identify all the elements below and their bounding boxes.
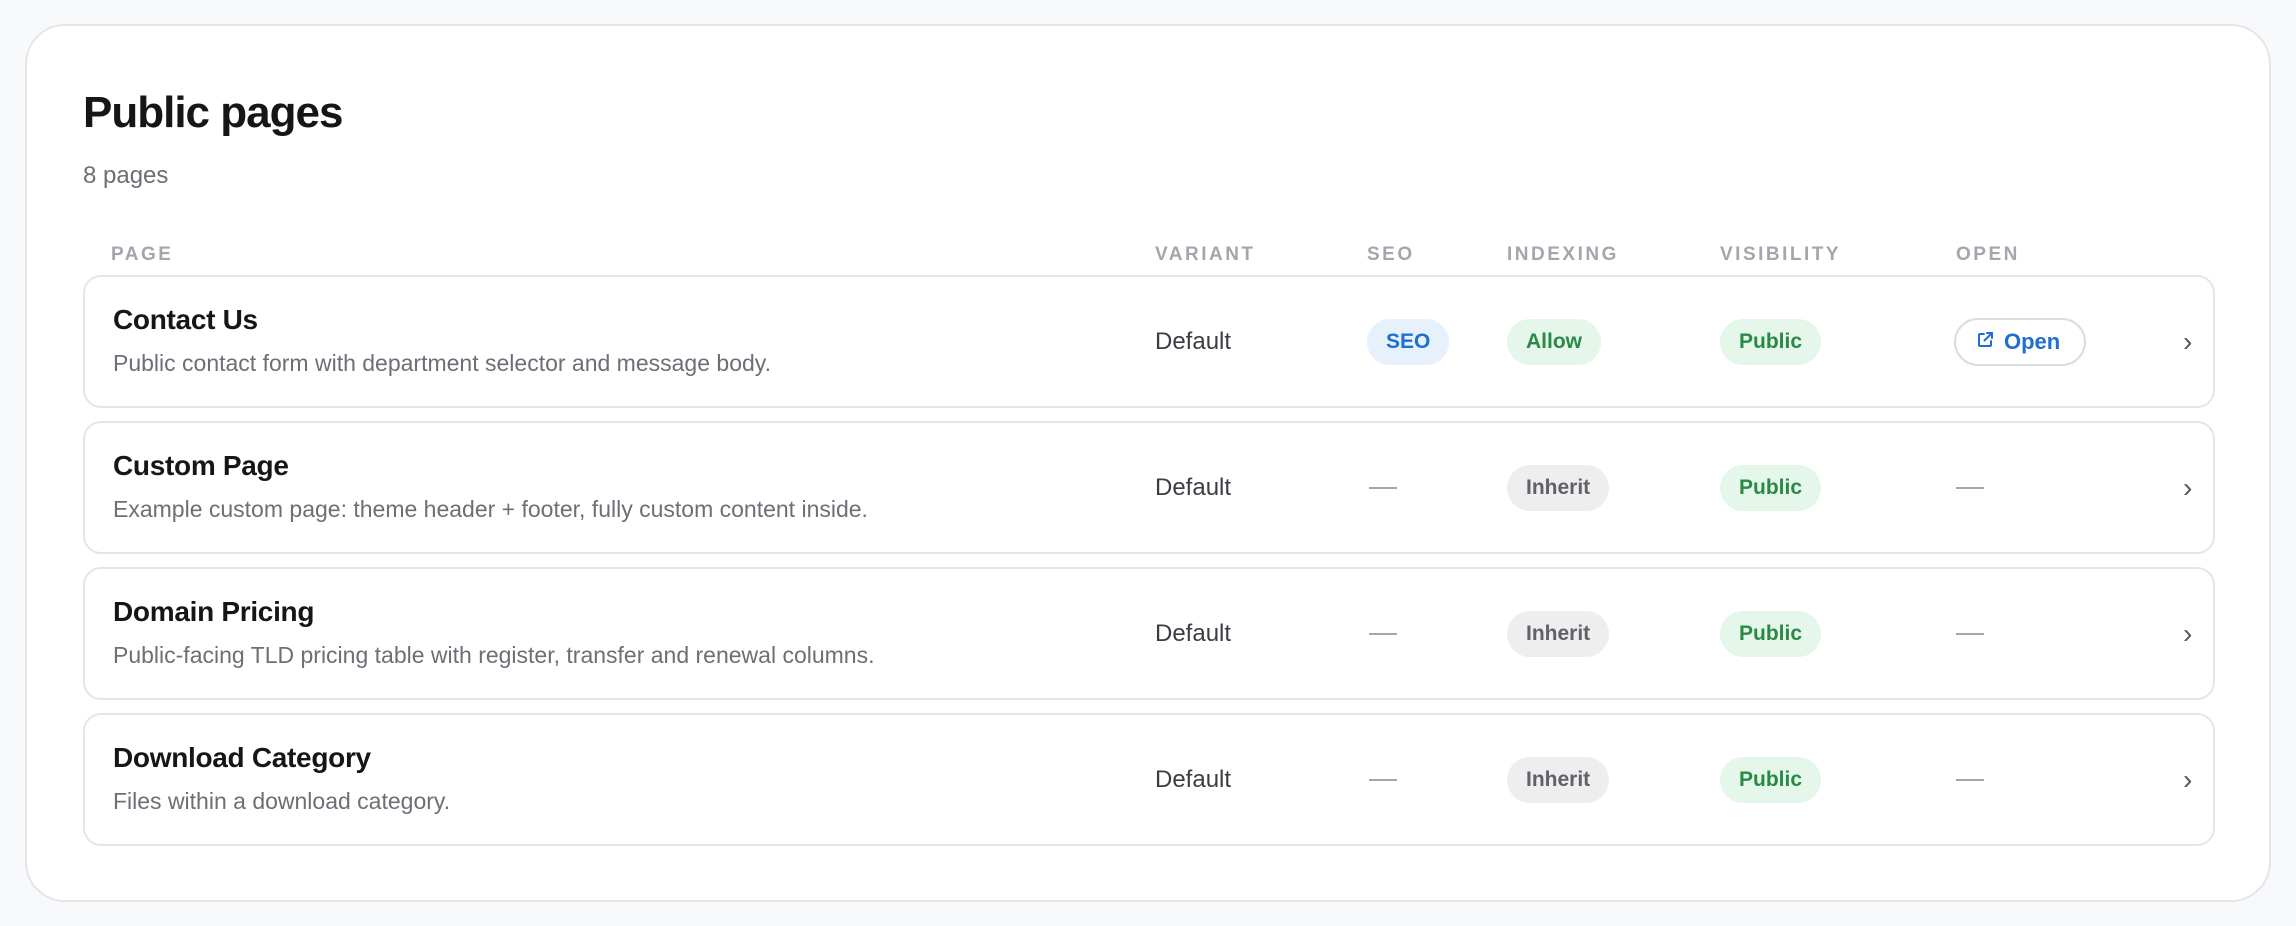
row-description: Example custom page: theme header + foot… [113,496,868,522]
variant-value: Default [1155,619,1232,647]
table-row-custom-page[interactable]: Custom Page Example custom page: theme h… [83,421,2215,554]
table-row-contact-us[interactable]: Contact Us Public contact form with depa… [83,275,2215,408]
table-row-download-category[interactable]: Download Category Files within a downloa… [83,713,2215,846]
table-row-domain-pricing[interactable]: Domain Pricing Public-facing TLD pricing… [83,567,2215,700]
open-empty-dash [1956,778,1984,781]
visibility-badge: Public [1720,610,1822,657]
chevron-right-icon[interactable]: › [2183,472,2192,504]
row-description: Files within a download category. [113,788,451,814]
indexing-badge: Allow [1507,318,1601,365]
seo-empty-dash [1369,778,1397,781]
public-pages-card: Public pages 8 pages PAGE VARIANT SEO IN… [25,24,2271,902]
variant-value: Default [1155,473,1232,501]
row-title: Domain Pricing [113,596,315,627]
variant-value: Default [1155,765,1232,793]
seo-badge: SEO [1367,318,1450,365]
column-header-indexing: INDEXING [1507,244,1619,265]
open-button-label: Open [2004,328,2061,354]
column-header-variant: VARIANT [1155,244,1256,265]
column-header-visibility: VISIBILITY [1720,244,1842,265]
variant-value: Default [1155,327,1232,355]
chevron-right-icon[interactable]: › [2183,326,2192,358]
column-header-page: PAGE [111,244,174,265]
open-empty-dash [1956,486,1984,489]
column-header-seo: SEO [1367,244,1415,265]
external-link-icon [1976,329,1994,355]
row-title: Download Category [113,742,371,773]
row-title: Custom Page [113,450,289,481]
column-header-open: OPEN [1956,244,2020,265]
visibility-badge: Public [1720,318,1822,365]
open-empty-dash [1956,632,1984,635]
visibility-badge: Public [1720,756,1822,803]
seo-empty-dash [1369,632,1397,635]
indexing-badge: Inherit [1507,756,1610,803]
open-page-button[interactable]: Open [1954,317,2087,366]
chevron-right-icon[interactable]: › [2183,618,2192,650]
indexing-badge: Inherit [1507,610,1610,657]
seo-empty-dash [1369,486,1397,489]
page-count: 8 pages [83,162,169,189]
row-title: Contact Us [113,304,258,335]
page-title: Public pages [83,88,343,137]
row-description: Public-facing TLD pricing table with reg… [113,642,875,668]
visibility-badge: Public [1720,464,1822,511]
row-description: Public contact form with department sele… [113,350,771,376]
indexing-badge: Inherit [1507,464,1610,511]
chevron-right-icon[interactable]: › [2183,764,2192,796]
